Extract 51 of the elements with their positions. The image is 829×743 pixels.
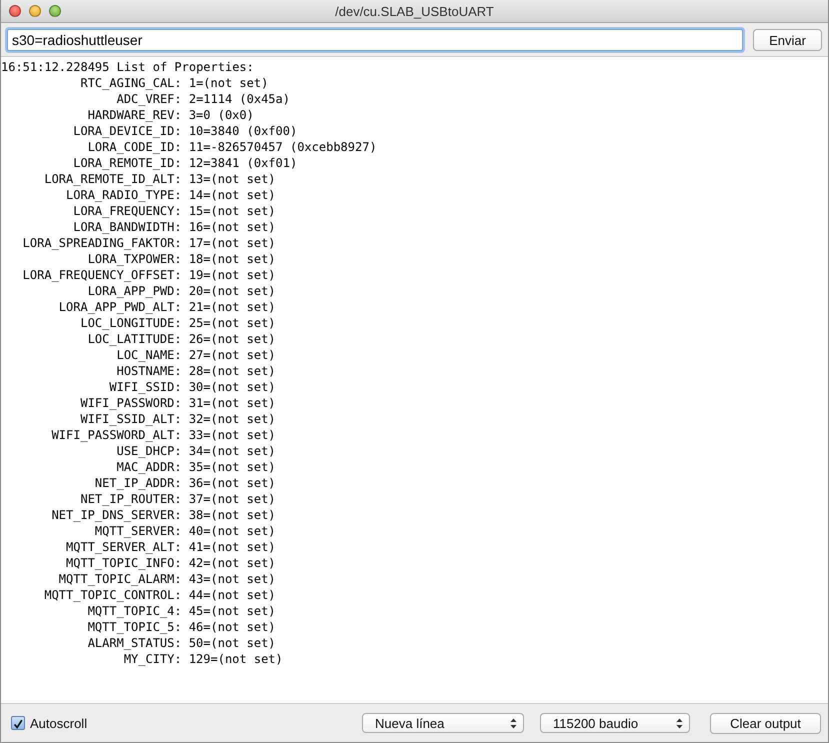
output-line: ALARM_STATUS: 50=(not set) bbox=[86, 635, 276, 651]
output-line: LORA_TXPOWER: 18=(not set) bbox=[86, 251, 276, 267]
output-line: LOC_NAME: 27=(not set) bbox=[116, 347, 276, 363]
output-line: MQTT_TOPIC_CONTROL: 44=(not set) bbox=[43, 587, 276, 603]
output-line: LORA_REMOTE_ID_ALT: 13=(not set) bbox=[43, 171, 276, 187]
output-line: MY_CITY: 129=(not set) bbox=[122, 651, 283, 667]
output-line: MQTT_SERVER_ALT: 41=(not set) bbox=[65, 539, 276, 555]
output-line: MAC_ADDR: 35=(not set) bbox=[116, 459, 276, 475]
autoscroll-label: Autoscroll bbox=[30, 716, 88, 730]
close-button[interactable] bbox=[9, 5, 21, 17]
output-line: HARDWARE_REV: 3=0 (0x0) bbox=[86, 107, 254, 123]
output-line: LORA_BANDWIDTH: 16=(not set) bbox=[72, 219, 276, 235]
output-line: LORA_FREQUENCY: 15=(not set) bbox=[72, 203, 276, 219]
output-line: MQTT_SERVER: 40=(not set) bbox=[94, 523, 276, 539]
output-line: LORA_CODE_ID: 11=-826570457 (0xcebb8927) bbox=[86, 139, 377, 155]
output-line: MQTT_TOPIC_ALARM: 43=(not set) bbox=[58, 571, 276, 587]
clear-output-button[interactable]: Clear output bbox=[710, 712, 821, 734]
line-ending-select[interactable]: Nueva línea bbox=[362, 713, 524, 733]
output-line: LORA_APP_PWD: 20=(not set) bbox=[86, 283, 276, 299]
output-line: LOC_LONGITUDE: 25=(not set) bbox=[79, 315, 276, 331]
output-line: NET_IP_ROUTER: 37=(not set) bbox=[79, 491, 276, 507]
output-line: MQTT_TOPIC_INFO: 42=(not set) bbox=[65, 555, 276, 571]
output-line: USE_DHCP: 34=(not set) bbox=[116, 443, 276, 459]
output-line: WIFI_SSID: 30=(not set) bbox=[108, 379, 276, 395]
output-line: NET_IP_ADDR: 36=(not set) bbox=[94, 475, 276, 491]
output-line: MQTT_TOPIC_5: 46=(not set) bbox=[86, 619, 276, 635]
output-line: ADC_VREF: 2=1114 (0x45a) bbox=[116, 91, 290, 107]
output-line: LORA_RADIO_TYPE: 14=(not set) bbox=[65, 187, 276, 203]
output-line: HOSTNAME: 28=(not set) bbox=[116, 363, 276, 379]
autoscroll-checkbox[interactable] bbox=[11, 716, 25, 730]
window-title: /dev/cu.SLAB_USBtoUART bbox=[335, 4, 494, 18]
output-line: 16:51:12.228495 List of Properties: bbox=[1, 59, 254, 75]
caret-icon bbox=[510, 718, 517, 728]
output-line: LORA_APP_PWD_ALT: 21=(not set) bbox=[58, 299, 276, 315]
caret-icon bbox=[676, 718, 683, 728]
zoom-button[interactable] bbox=[49, 5, 61, 17]
output-line: LORA_REMOTE_ID: 12=3841 (0xf01) bbox=[72, 155, 298, 171]
input-field[interactable]: s30=radioshuttleuser bbox=[7, 29, 743, 51]
output-line: LOC_LATITUDE: 26=(not set) bbox=[86, 331, 276, 347]
output-line: WIFI_PASSWORD: 31=(not set) bbox=[79, 395, 276, 411]
output-line: RTC_AGING_CAL: 1=(not set) bbox=[79, 75, 268, 91]
output-line: WIFI_SSID_ALT: 32=(not set) bbox=[79, 411, 276, 427]
output-line: NET_IP_DNS_SERVER: 38=(not set) bbox=[50, 507, 276, 523]
output-line: LORA_SPREADING_FAKTOR: 17=(not set) bbox=[22, 235, 276, 251]
minimize-button[interactable] bbox=[29, 5, 41, 17]
output-line: LORA_DEVICE_ID: 10=3840 (0xf00) bbox=[72, 123, 298, 139]
output-line: LORA_FREQUENCY_OFFSET: 19=(not set) bbox=[22, 267, 276, 283]
output-line: WIFI_PASSWORD_ALT: 33=(not set) bbox=[50, 427, 276, 443]
baud-rate-select[interactable]: 115200 baudio bbox=[540, 713, 690, 733]
output-line: MQTT_TOPIC_4: 45=(not set) bbox=[86, 603, 276, 619]
send-button[interactable]: Enviar bbox=[753, 29, 822, 51]
